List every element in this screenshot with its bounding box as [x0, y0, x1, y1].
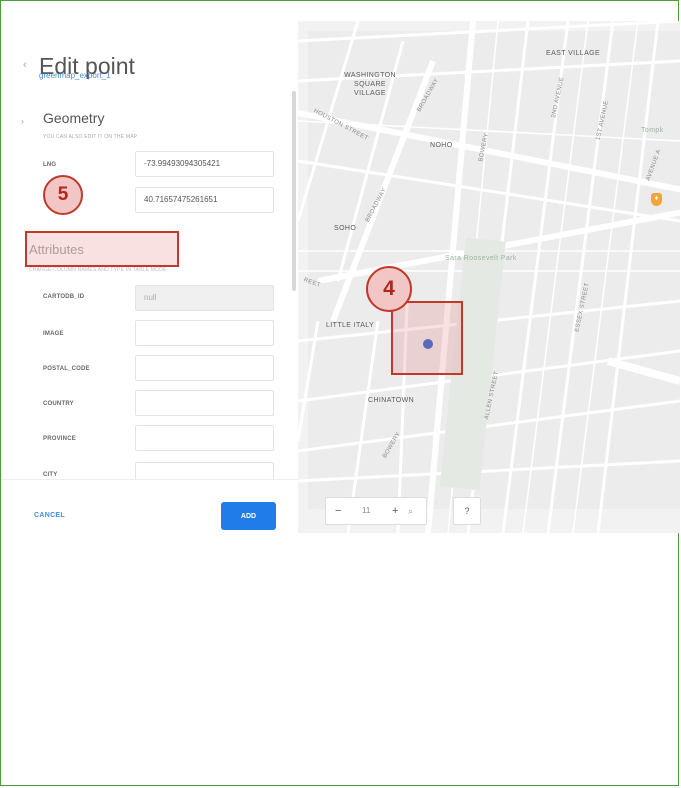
attributes-highlight-box [25, 231, 179, 267]
lng-field[interactable]: -73.99493094305421 [135, 151, 274, 177]
map-label-tompkins: Tompk [641, 127, 664, 134]
country-field[interactable] [135, 390, 274, 416]
map-label-washington-square: WASHINGTON SQUARE VILLAGE [344, 72, 396, 97]
chevron-left-icon[interactable]: ‹ [23, 59, 27, 71]
field-label-postal-code: POSTAL_CODE [43, 366, 90, 372]
attributes-hint: CHANGE COLUMN NAMES AND TYPE IN TABLE MO… [29, 267, 167, 273]
cancel-button[interactable]: CANCEL [34, 512, 65, 519]
map-label-noho: NOHO [430, 142, 453, 149]
screenshot-frame: ‹ Edit point greenmap_export_1 › Geometr… [0, 0, 680, 786]
field-label-cartodb-id: CARTODB_ID [43, 294, 85, 300]
image-field[interactable] [135, 320, 274, 346]
lat-field[interactable]: 40.71657475261651 [135, 187, 274, 213]
map-view[interactable]: EAST VILLAGE WASHINGTON SQUARE VILLAGE N… [298, 21, 680, 533]
poi-marker-icon[interactable]: ♦ [651, 193, 662, 206]
zoom-in-button[interactable]: + [392, 498, 398, 524]
panel-footer: CANCEL ADD [1, 479, 298, 533]
dataset-link[interactable]: greenmap_export_1 [39, 71, 111, 80]
add-button[interactable]: ADD [221, 502, 276, 530]
map-label-soho: SOHO [334, 225, 357, 232]
zoom-level: 11 [362, 506, 371, 515]
help-button[interactable]: ? [453, 497, 481, 525]
geometry-collapse-icon[interactable]: › [21, 116, 24, 126]
panel-scrollbar[interactable] [292, 91, 296, 291]
edit-point-panel: ‹ Edit point greenmap_export_1 › Geometr… [1, 21, 298, 533]
step-badge-point: 4 [366, 266, 412, 312]
field-label-city: CITY [43, 472, 58, 478]
province-field[interactable] [135, 425, 274, 451]
field-label-province: PROVINCE [43, 436, 76, 442]
lng-label: LNG [43, 162, 57, 168]
map-label-little-italy: LITTLE ITALY [326, 322, 375, 329]
map-label-east-village: EAST VILLAGE [546, 50, 601, 57]
geometry-section-title: Geometry [43, 110, 105, 126]
zoom-out-button[interactable]: − [335, 498, 341, 524]
field-label-country: COUNTRY [43, 401, 74, 407]
map-label-park: Sara Roosevelt Park [445, 255, 517, 262]
point-highlight-box [391, 301, 463, 375]
zoom-controls: − 11 + ⌕ [325, 497, 427, 525]
geometry-hint: YOU CAN ALSO EDIT IT ON THE MAP [43, 134, 138, 140]
search-icon[interactable]: ⌕ [408, 498, 413, 524]
cartodb-id-field: null [135, 285, 274, 311]
map-label-chinatown: CHINATOWN [368, 397, 415, 404]
field-label-image: IMAGE [43, 331, 64, 337]
step-badge-attributes: 5 [43, 175, 83, 215]
postal-code-field[interactable] [135, 355, 274, 381]
